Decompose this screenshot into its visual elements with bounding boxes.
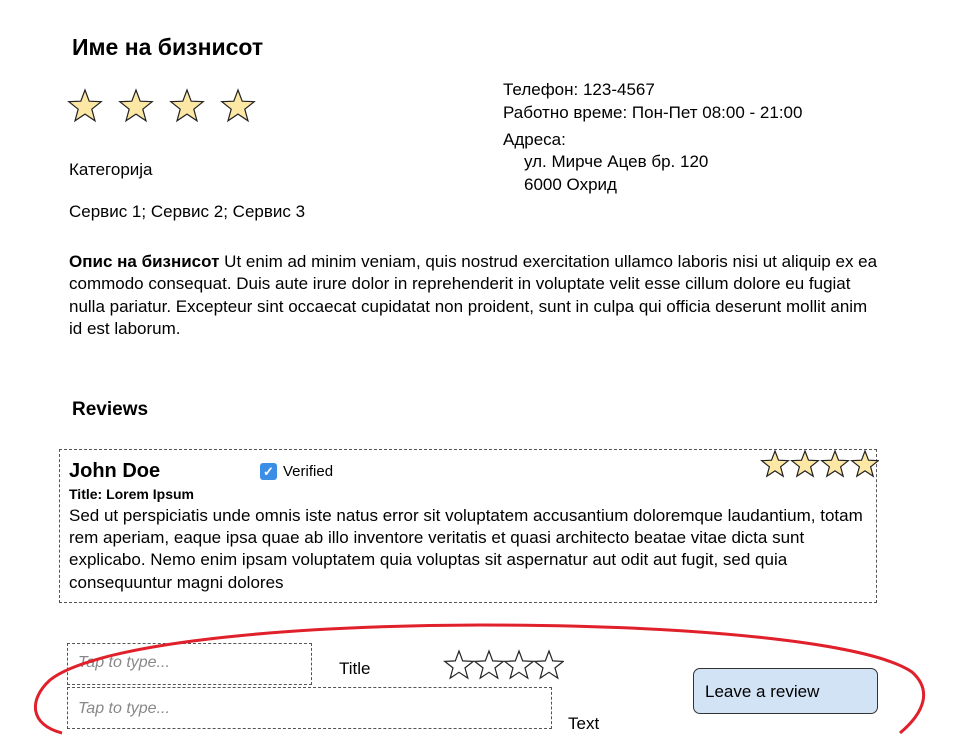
description-label: Опис на бизнисот [69,252,220,271]
business-rating [66,88,276,124]
star-icon [820,449,850,478]
working-hours: Работно време: Пон-Пет 08:00 - 21:00 [503,102,803,122]
verified-label: Verified [283,463,334,480]
review-text-input[interactable]: Tap to type... [67,687,552,729]
business-description: Опис на бизнисот Ut enim ad minim veniam… [69,251,879,341]
review-rating-stars [760,449,879,478]
review-text: Sed ut perspiciatis unde omnis iste natu… [69,506,863,592]
star-outline-icon[interactable] [533,649,564,680]
review-title-input[interactable]: Tap to type... [67,643,312,685]
title-label: Title [339,659,371,678]
business-category: Категорија [69,160,153,179]
rating-input[interactable] [442,649,564,681]
star-icon [850,449,879,478]
rating-input-stars[interactable] [442,649,564,683]
leave-review-button[interactable]: Leave a review [693,668,878,714]
verified-badge: ✓ Verified [260,463,333,480]
star-icon [760,449,790,478]
review-rating [759,449,879,479]
star-icon [118,88,154,123]
business-services: Сервис 1; Сервис 2; Сервис 3 [69,202,306,221]
phone: Телефон: 123-4567 [503,80,655,99]
star-outline-icon[interactable] [443,649,475,680]
star-icon [169,88,205,123]
star-icon [220,88,256,123]
address-line-2: 6000 Охрид [524,175,617,194]
reviews-heading: Reviews [72,399,149,420]
star-icon [67,88,103,123]
contact-info: Телефон: 123-4567 Работно време: Пон-Пет… [503,79,802,124]
address-label: Адреса: [503,130,566,149]
rating-stars [67,88,256,123]
verified-check-icon: ✓ [260,463,277,480]
star-outline-icon[interactable] [473,649,505,680]
review-title: Title: Lorem Ipsum [69,486,194,502]
review-author: John Doe [69,460,161,482]
address-line-1: ул. Мирче Ацев бр. 120 [524,152,709,171]
star-outline-icon[interactable] [503,649,535,680]
text-label: Text [568,714,600,733]
star-icon [790,449,820,478]
business-name: Име на бизнисот [72,34,264,60]
